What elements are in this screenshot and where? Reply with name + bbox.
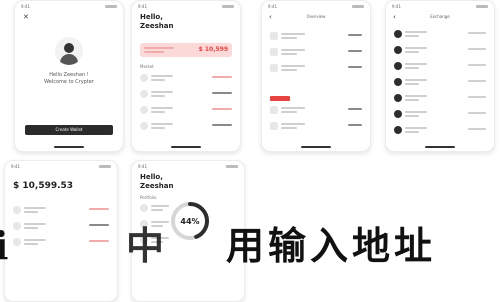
close-icon[interactable]: ✕	[23, 13, 29, 21]
phone-exchange: 9:41 ‹ Exchange	[385, 0, 495, 152]
coin-icon	[140, 90, 148, 98]
coin-icon	[394, 62, 402, 70]
status-bar: 9:41	[11, 164, 111, 170]
list-item[interactable]	[394, 125, 486, 136]
signal-icon	[105, 5, 117, 8]
list-item[interactable]	[13, 205, 109, 216]
balance-banner[interactable]: $ 10,599	[140, 43, 232, 57]
coin-icon	[394, 46, 402, 54]
coin-icon	[394, 78, 402, 86]
list-item[interactable]	[140, 121, 232, 132]
list-item[interactable]	[394, 45, 486, 56]
greeting: Hello,	[140, 13, 163, 21]
status-bar: 9:41	[138, 164, 238, 170]
list-item[interactable]	[270, 121, 362, 132]
status-bar: 9:41	[21, 4, 117, 10]
status-bar: 9:41	[268, 4, 364, 10]
overlay-left-fragment: i	[0, 223, 13, 268]
home-indicator	[425, 146, 455, 148]
home-indicator	[171, 146, 201, 148]
phone-overview: 9:41 ‹ Overview	[261, 0, 371, 152]
coin-icon	[140, 74, 148, 82]
welcome-subtitle: Welcome to Crypter	[44, 79, 94, 85]
coin-icon	[13, 206, 21, 214]
coin-icon	[140, 204, 148, 212]
list-item[interactable]	[140, 89, 232, 100]
coin-icon	[394, 94, 402, 102]
list-item[interactable]	[394, 109, 486, 120]
highlight-bar[interactable]	[270, 96, 290, 101]
coin-icon	[140, 106, 148, 114]
list-item[interactable]	[270, 31, 362, 42]
phone-home: 9:41 Hello, Zeeshan $ 10,599 Market	[131, 0, 241, 152]
section-label: Portfolio	[140, 195, 157, 200]
wallet-balance: $ 10,599.53	[13, 181, 74, 191]
list-item[interactable]	[140, 105, 232, 116]
list-item[interactable]	[394, 29, 486, 40]
list-item[interactable]	[394, 61, 486, 72]
coin-icon	[140, 122, 148, 130]
coin-icon	[270, 122, 278, 130]
list-item[interactable]	[140, 73, 232, 84]
signal-icon	[226, 165, 238, 168]
coin-icon	[394, 126, 402, 134]
list-item[interactable]	[270, 47, 362, 58]
list-item[interactable]	[394, 93, 486, 104]
overlay-right-phrase: 用输入地址	[226, 223, 437, 268]
welcome-title: Hello Zeeshan !	[49, 72, 89, 78]
overlay-text: i 中 用输入地址	[0, 224, 500, 268]
home-indicator	[54, 146, 84, 148]
user-name: Zeeshan	[140, 22, 174, 30]
signal-icon	[222, 5, 234, 8]
screen-title: Exchange	[430, 14, 450, 19]
coin-icon	[270, 32, 278, 40]
status-bar: 9:41	[138, 4, 234, 10]
banner-balance: $ 10,599	[198, 46, 228, 53]
phone-welcome: 9:41 ✕ Hello Zeeshan ! Welcome to Crypte…	[14, 0, 124, 152]
coin-icon	[270, 48, 278, 56]
screen-title: Overview	[306, 14, 326, 19]
coin-icon	[394, 30, 402, 38]
list-item[interactable]	[394, 77, 486, 88]
coin-icon	[394, 110, 402, 118]
coin-icon	[270, 106, 278, 114]
avatar-icon	[55, 37, 83, 65]
section-label: Market	[140, 64, 154, 69]
home-indicator	[301, 146, 331, 148]
signal-icon	[99, 165, 111, 168]
create-wallet-button[interactable]: Create Wallet	[25, 125, 113, 135]
signal-icon	[352, 5, 364, 8]
signal-icon	[476, 5, 488, 8]
coin-icon	[270, 64, 278, 72]
overlay-middle-fragment: 中	[126, 223, 169, 268]
user-name: Zeeshan	[140, 182, 174, 190]
greeting: Hello,	[140, 173, 163, 181]
status-bar: 9:41	[392, 4, 488, 10]
list-item[interactable]	[270, 63, 362, 74]
list-item[interactable]	[270, 105, 362, 116]
